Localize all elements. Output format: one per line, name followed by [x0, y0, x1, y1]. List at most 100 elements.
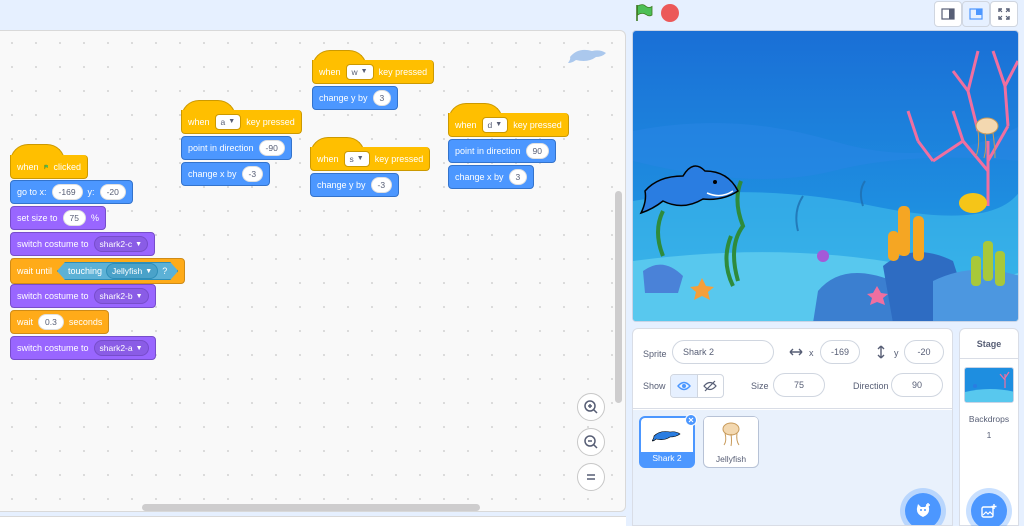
horizontal-scrollbar[interactable]: [142, 504, 480, 511]
direction-input[interactable]: 90: [891, 373, 943, 397]
when-key-pressed-block[interactable]: when a ▼ key pressed: [181, 110, 302, 134]
key-dropdown[interactable]: w ▼: [345, 63, 374, 80]
close-icon: [688, 417, 694, 423]
point-in-direction-block[interactable]: point in direction -90: [181, 136, 292, 160]
go-to-xy-block[interactable]: go to x: -169 y: -20: [10, 180, 133, 204]
when-key-pressed-block[interactable]: when s ▼ key pressed: [310, 147, 431, 171]
block-text: %: [91, 213, 100, 223]
choose-sprite-button[interactable]: [905, 493, 941, 525]
delete-sprite-button[interactable]: [685, 414, 697, 426]
dropdown-value: s: [349, 153, 354, 164]
costume-dropdown[interactable]: shark2-a ▼: [93, 340, 149, 356]
visibility-toggle[interactable]: [670, 374, 724, 398]
change-y-block[interactable]: change y by -3: [310, 173, 400, 197]
set-size-block[interactable]: set size to 75 %: [10, 206, 107, 230]
green-flag-icon[interactable]: [633, 4, 655, 22]
backpack-bar[interactable]: [0, 516, 626, 526]
change-x-block[interactable]: change x by -3: [181, 162, 271, 186]
y-input[interactable]: -20: [904, 340, 944, 364]
hide-button[interactable]: [698, 375, 724, 397]
choose-backdrop-button[interactable]: [971, 493, 1007, 526]
block-text: set size to: [17, 213, 58, 223]
block-text: key pressed: [246, 116, 295, 127]
code-workspace[interactable]: when clicked go to x: -169 y: -20 set si…: [0, 30, 626, 512]
stage-canvas[interactable]: [632, 30, 1019, 322]
zoom-in-button[interactable]: [577, 393, 605, 421]
stage-title: Stage: [960, 329, 1018, 359]
change-input[interactable]: -3: [370, 177, 393, 193]
caret-down-icon: ▼: [145, 267, 153, 275]
sprite-name-input[interactable]: Shark 2: [672, 340, 774, 364]
caret-down-icon: ▼: [495, 121, 503, 128]
dropdown-value: w: [351, 66, 358, 77]
block-text: change x by: [188, 169, 237, 179]
direction-input[interactable]: 90: [525, 143, 550, 159]
y-input[interactable]: -20: [99, 184, 126, 200]
dropdown-value: shark2-c: [99, 239, 133, 249]
stage-selector-pane[interactable]: Stage Backdrops 1: [959, 328, 1019, 526]
block-text: key pressed: [374, 153, 424, 164]
sprite-tile-label: Jellyfish: [715, 454, 747, 464]
size-input[interactable]: 75: [62, 210, 86, 226]
zoom-out-button[interactable]: [577, 428, 605, 456]
when-key-pressed-block[interactable]: when d ▼ key pressed: [448, 113, 569, 137]
block-text: when: [319, 66, 341, 77]
size-input[interactable]: 75: [773, 373, 825, 397]
block-text: y:: [87, 187, 95, 197]
switch-costume-block[interactable]: switch costume to shark2-c ▼: [10, 232, 156, 256]
zoom-reset-button[interactable]: [577, 463, 605, 491]
x-input[interactable]: -169: [51, 184, 83, 200]
wait-input[interactable]: 0.3: [38, 314, 64, 330]
backdrops-label: Backdrops: [968, 414, 1010, 424]
sprite-info-pane: Sprite Shark 2 x -169 y -20 Show Size 75…: [632, 328, 953, 526]
caret-down-icon: ▼: [228, 118, 236, 125]
wait-until-block[interactable]: wait until touching Jellyfish ▼ ?: [10, 258, 186, 284]
when-flag-clicked-block[interactable]: when clicked: [10, 155, 88, 179]
vertical-scrollbar[interactable]: [615, 191, 622, 403]
block-text: key pressed: [513, 119, 562, 130]
small-stage-button[interactable]: [934, 1, 962, 27]
block-text: change x by: [455, 172, 504, 182]
zoom-in-icon: [584, 400, 598, 414]
sprite-label: Sprite: [643, 349, 667, 359]
change-input[interactable]: -3: [241, 166, 264, 182]
show-button[interactable]: [671, 375, 698, 397]
change-x-block[interactable]: change x by 3: [448, 165, 535, 189]
key-dropdown[interactable]: d ▼: [481, 116, 509, 133]
dropdown-value: shark2-b: [99, 291, 133, 301]
change-y-block[interactable]: change y by 3: [312, 86, 399, 110]
costume-dropdown[interactable]: shark2-b ▼: [93, 288, 149, 304]
y-arrows-icon: [877, 345, 885, 359]
touching-dropdown[interactable]: Jellyfish ▼: [106, 263, 158, 279]
block-text: when: [455, 119, 477, 130]
switch-costume-block[interactable]: switch costume to shark2-b ▼: [10, 284, 156, 308]
normal-stage-button[interactable]: [962, 1, 990, 27]
direction-input[interactable]: -90: [258, 140, 285, 156]
switch-costume-block[interactable]: switch costume to shark2-a ▼: [10, 336, 156, 360]
fullscreen-icon: [998, 8, 1010, 20]
sprite-tile-shark[interactable]: Shark 2: [639, 414, 697, 468]
show-label: Show: [643, 381, 666, 391]
green-flag-icon: [44, 164, 49, 169]
when-key-pressed-block[interactable]: when w ▼ key pressed: [312, 60, 435, 84]
change-input[interactable]: 3: [508, 169, 528, 185]
fullscreen-button[interactable]: [990, 1, 1018, 27]
touching-sensing-block[interactable]: touching Jellyfish ▼ ?: [57, 262, 178, 280]
block-text: point in direction: [455, 146, 521, 156]
key-dropdown[interactable]: s ▼: [343, 150, 370, 167]
block-text: clicked: [53, 161, 81, 172]
sprite-tile-label: Shark 2: [652, 453, 682, 463]
sprite-tile-jellyfish[interactable]: Jellyfish: [703, 416, 759, 468]
x-input[interactable]: -169: [820, 340, 860, 364]
change-input[interactable]: 3: [372, 90, 392, 106]
key-dropdown[interactable]: a ▼: [214, 113, 242, 130]
backdrop-thumbnail[interactable]: [964, 367, 1014, 403]
point-in-direction-block[interactable]: point in direction 90: [448, 139, 557, 163]
dropdown-value: Jellyfish: [112, 266, 143, 276]
block-text: wait until: [17, 266, 53, 276]
underwater-backdrop-image: [633, 31, 1018, 321]
stop-icon[interactable]: [661, 4, 679, 22]
block-text: switch costume to: [17, 343, 89, 353]
costume-dropdown[interactable]: shark2-c ▼: [93, 236, 149, 252]
wait-seconds-block[interactable]: wait 0.3 seconds: [10, 310, 110, 334]
